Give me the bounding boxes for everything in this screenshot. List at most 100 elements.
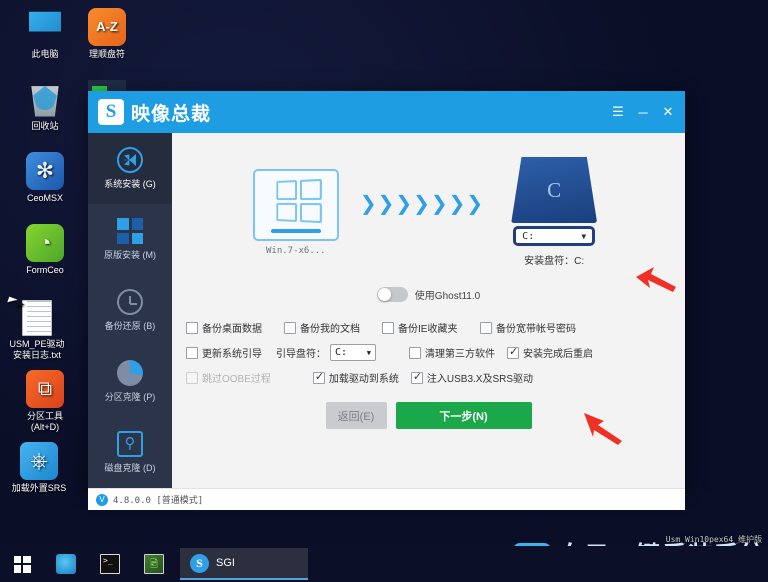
checkbox-label: 备份桌面数据 [202, 324, 262, 335]
sidebar-item-0[interactable]: 系统安装 (G) [88, 133, 172, 204]
sidebar-item-label: 磁盘克隆 (D) [104, 463, 156, 473]
desktop-icon-8[interactable]: USM_PE驱动 安装日志.txt [6, 300, 68, 361]
option-clean-third-party[interactable]: 清理第三方软件 [409, 345, 495, 360]
boot-drive-select[interactable]: C: ▼ [330, 344, 376, 361]
option-backup-3[interactable]: 备份宽带帐号密码 [480, 320, 576, 335]
boot-drive-value: C: [335, 347, 348, 358]
option-backup-2[interactable]: 备份IE收藏夹 [382, 320, 480, 335]
taskbar-task-label: SGI [216, 557, 235, 569]
version-text: 4.8.0.0 [普通模式] [113, 496, 204, 506]
load-srs-icon [20, 442, 58, 480]
close-icon[interactable]: ✕ [657, 101, 679, 123]
toggle-knob [377, 287, 391, 301]
windows-logo-icon [276, 178, 322, 223]
window-titlebar: S 映像总裁 ☰ ─ ✕ [88, 91, 685, 133]
checkbox[interactable] [186, 346, 198, 359]
desktop-icon-label: 分区工具 (Alt+D) [26, 411, 63, 432]
windows-flag-icon [117, 218, 143, 244]
option-backup-1[interactable]: 备份我的文档 [284, 320, 382, 335]
desktop-icon-label: 此电脑 [31, 49, 59, 59]
checkbox-label: 注入USB3.X及SRS驱动 [426, 374, 534, 385]
desktop-icon-1[interactable]: A-Z 理顺盘符 [76, 8, 138, 60]
desktop-icon-0[interactable]: 此电脑 [14, 8, 76, 60]
option-reboot-after[interactable]: 安装完成后重启 [507, 345, 593, 360]
option-driver-1[interactable]: 加载驱动到系统 [312, 370, 399, 385]
main-panel: Win.7-x6... ❯ ❯ ❯ ❯ ❯ ❯ ❯ C C: ▼ 安装盘符：C:… [172, 133, 685, 488]
checkbox-label: 备份IE收藏夹 [398, 324, 458, 335]
formceo-icon [26, 224, 64, 262]
desktop-icon-label: FormCeo [26, 265, 64, 275]
app-logo-icon: S [98, 99, 124, 125]
taskbar-icon-pe[interactable] [44, 546, 88, 582]
arrow-icon: ❯ [413, 191, 430, 215]
sidebar-item-label: 系统安装 (G) [104, 179, 156, 189]
menu-icon[interactable]: ☰ [607, 101, 629, 123]
arrow-icon: ❯ [377, 191, 395, 215]
checkbox-label: 更新系统引导 [202, 349, 262, 360]
next-button[interactable]: 下一步(N) [395, 402, 532, 429]
sidebar: 系统安装 (G) 原版安装 (M) 备份还原 (B) 分区克隆 (P) 磁盘克隆 (D) [88, 133, 172, 488]
sidebar-item-label: 分区克隆 (P) [104, 392, 156, 402]
checkbox[interactable] [410, 370, 423, 384]
arrow-icon: ❯ [395, 191, 413, 215]
checkbox[interactable] [284, 321, 296, 334]
source-disk-icon [252, 168, 339, 241]
desktop-icon-label: 理顺盘符 [88, 49, 125, 59]
taskbar: S SGI [0, 546, 768, 582]
windows-start-icon [13, 555, 31, 573]
sidebar-item-3[interactable]: 分区克隆 (P) [88, 346, 172, 417]
checkbox[interactable] [480, 321, 492, 334]
desktop-icon-9[interactable]: 分区工具 (Alt+D) [14, 370, 76, 433]
desktop-icon-10[interactable]: 加载外置SRS [8, 442, 70, 494]
recycle-bin-icon [31, 86, 59, 117]
window-body: 系统安装 (G) 原版安装 (M) 备份还原 (B) 分区克隆 (P) 磁盘克隆 (D)… [88, 133, 685, 488]
ceomsx-icon [26, 152, 64, 190]
sidebar-item-2[interactable]: 备份还原 (B) [88, 275, 172, 346]
clock-restore-icon [117, 289, 143, 315]
desktop-icon-2[interactable]: 回收站 [14, 80, 76, 132]
checkbox-label: 备份宽带帐号密码 [496, 324, 576, 335]
checkbox-label: 跳过OOBE过程 [202, 374, 271, 385]
checkbox[interactable] [409, 346, 421, 359]
arrow-icon: ❯ [359, 191, 377, 215]
sidebar-item-4[interactable]: 磁盘克隆 (D) [88, 417, 172, 488]
ghost-toggle-row: 使用Ghost11.0 [172, 281, 685, 307]
version-badge-icon: V [96, 493, 108, 506]
source-disk-label: Win.7-x6... [266, 245, 326, 256]
chevron-down-icon: ▼ [366, 348, 371, 357]
options-row-boot: 更新系统引导 引导盘符： C: ▼ 清理第三方软件 安装完成后重启 [186, 340, 671, 365]
boot-drive-label: 引导盘符： [276, 349, 326, 360]
ghost-toggle-label: 使用Ghost11.0 [414, 290, 481, 302]
desktop-icon-label: 回收站 [31, 121, 59, 131]
windows-install-icon [117, 147, 143, 173]
status-bar: V 4.8.0.0 [普通模式] [88, 488, 685, 510]
back-button[interactable]: 返回(E) [325, 402, 387, 429]
desktop-icon-label: USM_PE驱动 安装日志.txt [9, 339, 65, 360]
checkbox[interactable] [186, 321, 198, 334]
checkbox-label: 备份我的文档 [300, 324, 360, 335]
flow-arrows: ❯ ❯ ❯ ❯ ❯ ❯ ❯ [360, 193, 483, 213]
sidebar-item-1[interactable]: 原版安装 (M) [88, 204, 172, 275]
minimize-icon[interactable]: ─ [632, 101, 654, 123]
option-backup-0[interactable]: 备份桌面数据 [186, 320, 284, 335]
taskbar-task-sgi[interactable]: S SGI [180, 548, 308, 580]
install-drive-select[interactable]: C: ▼ [513, 226, 596, 246]
checkbox[interactable] [312, 370, 325, 384]
option-driver-2[interactable]: 注入USB3.X及SRS驱动 [410, 370, 534, 385]
taskbar-icon-viewer[interactable] [132, 546, 176, 582]
desktop-icon-4[interactable]: CeoMSX [14, 152, 76, 204]
action-buttons: 返回(E) 下一步(N) [172, 402, 685, 429]
options-row-backup: 备份桌面数据 备份我的文档 备份IE收藏夹 备份宽带帐号密码 [186, 315, 671, 340]
sidebar-item-label: 备份还原 (B) [104, 321, 156, 331]
start-button[interactable] [0, 546, 44, 582]
arrow-icon: ❯ [448, 191, 466, 215]
desktop-icon-6[interactable]: FormCeo [14, 224, 76, 276]
option-update-boot[interactable]: 更新系统引导 [186, 345, 262, 360]
source-disk: Win.7-x6... [248, 168, 344, 256]
ghost-toggle[interactable] [376, 286, 408, 302]
image-ceo-window: S 映像总裁 ☰ ─ ✕ 系统安装 (G) 原版安装 (M) 备份还原 (B) 分区克… [88, 91, 685, 510]
taskbar-icon-cmd[interactable] [88, 546, 132, 582]
checkbox[interactable] [507, 345, 519, 359]
checkbox-label: 清理第三方软件 [425, 349, 495, 360]
checkbox[interactable] [382, 321, 394, 334]
